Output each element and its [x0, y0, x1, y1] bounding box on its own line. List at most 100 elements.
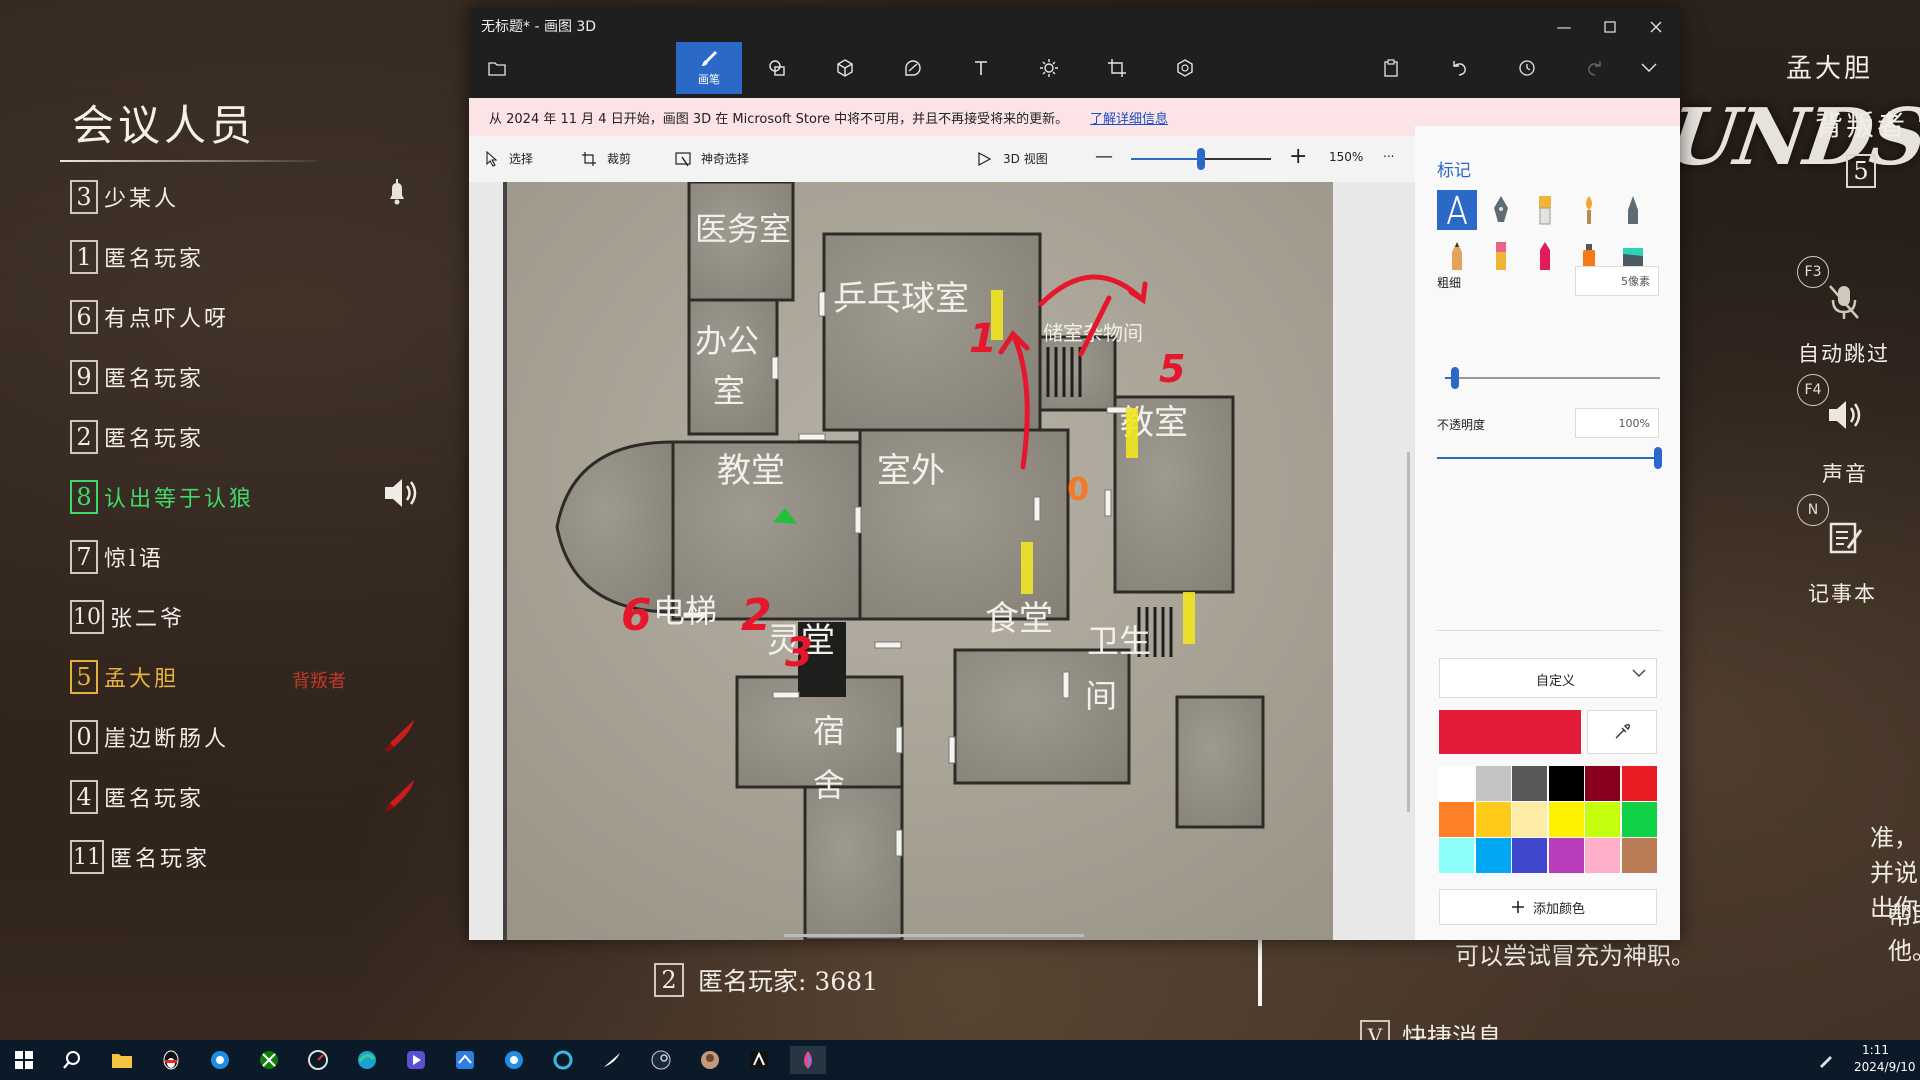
color-swatch[interactable]: [1475, 766, 1511, 801]
taskbar-app-avatar[interactable]: [692, 1046, 728, 1074]
taskbar-app-ring[interactable]: [545, 1046, 581, 1074]
player-row[interactable]: 2 匿名玩家: [70, 417, 470, 457]
taskbar-file-explorer[interactable]: [104, 1046, 140, 1074]
horizontal-scrollbar[interactable]: [784, 934, 1084, 937]
player-row[interactable]: 6 有点吓人呀: [70, 297, 470, 337]
color-swatch[interactable]: [1475, 838, 1511, 873]
player-row[interactable]: 1 匿名玩家: [70, 237, 470, 277]
brush-watercolor[interactable]: [1569, 190, 1609, 230]
color-swatch[interactable]: [1475, 802, 1511, 837]
color-swatch[interactable]: [1621, 766, 1657, 801]
tool-2d-shapes[interactable]: [744, 42, 810, 94]
thickness-input[interactable]: 5像素: [1575, 266, 1659, 296]
magic-select-button[interactable]: 神奇选择: [675, 150, 749, 167]
tool-3d-shapes[interactable]: [812, 42, 878, 94]
opacity-slider-track[interactable]: [1437, 457, 1660, 459]
taskbar-steam[interactable]: [643, 1046, 679, 1074]
tool-3d-library[interactable]: [1152, 42, 1218, 94]
player-row[interactable]: 5 孟大胆 背叛者: [70, 657, 470, 697]
clock-date[interactable]: 2024/9/10: [1854, 1060, 1916, 1074]
history-button[interactable]: [1505, 42, 1549, 94]
color-swatch[interactable]: [1585, 802, 1620, 837]
tool-stickers[interactable]: [880, 42, 946, 94]
tool-text[interactable]: [948, 42, 1014, 94]
zoom-slider-thumb[interactable]: [1197, 148, 1205, 170]
paste-button[interactable]: [1369, 42, 1413, 94]
color-swatch[interactable]: [1621, 802, 1657, 837]
hotkey-n[interactable]: N: [1797, 494, 1829, 526]
player-row[interactable]: 11 匿名玩家: [70, 837, 470, 877]
player-row[interactable]: 4 匿名玩家: [70, 777, 470, 817]
tool-brushes[interactable]: 画笔: [676, 42, 742, 94]
tool-canvas[interactable]: [1084, 42, 1150, 94]
taskbar-mail[interactable]: [447, 1046, 483, 1074]
color-swatch[interactable]: [1439, 802, 1474, 837]
player-row[interactable]: 10 张二爷: [70, 597, 470, 637]
3d-view-button[interactable]: 3D 视图: [977, 150, 1048, 167]
taskbar-browser-1[interactable]: [202, 1046, 238, 1074]
select-button[interactable]: 选择: [485, 150, 533, 167]
mic-muted-icon[interactable]: [1826, 282, 1862, 322]
menu-button[interactable]: [475, 42, 519, 94]
tray-pen-icon[interactable]: [1808, 1046, 1844, 1074]
taskbar-qq[interactable]: [153, 1046, 189, 1074]
hotkey-f4[interactable]: F4: [1797, 374, 1829, 406]
brush-eraser[interactable]: [1481, 236, 1521, 276]
thickness-slider-thumb[interactable]: [1451, 367, 1460, 389]
floor-map[interactable]: 医务室 办公 室 乒乓球室 储室杂物间 教堂 室外 教室 电梯 灵堂 食堂 卫生…: [503, 182, 1333, 940]
add-color-button[interactable]: 添加颜色: [1439, 889, 1657, 925]
brush-marker[interactable]: [1437, 190, 1477, 230]
search-button[interactable]: [54, 1046, 90, 1074]
current-color-swatch[interactable]: [1439, 710, 1581, 754]
taskbar-edge[interactable]: [349, 1046, 385, 1074]
maximize-button[interactable]: [1587, 12, 1633, 42]
brush-pencil[interactable]: [1437, 236, 1477, 276]
player-row[interactable]: 9 匿名玩家: [70, 357, 470, 397]
brush-pixel-pen[interactable]: [1613, 190, 1653, 230]
color-swatch[interactable]: [1512, 802, 1547, 837]
opacity-input[interactable]: 100%: [1575, 408, 1659, 438]
more-options-button[interactable]: ...: [1383, 146, 1394, 160]
zoom-slider-track[interactable]: [1131, 158, 1201, 160]
color-swatch[interactable]: [1548, 802, 1584, 837]
learn-more-link[interactable]: 了解详细信息: [1090, 108, 1168, 127]
color-swatch[interactable]: [1548, 838, 1584, 873]
close-button[interactable]: [1633, 12, 1679, 42]
zoom-out-button[interactable]: —: [1095, 146, 1113, 167]
player-row[interactable]: 7 惊l语: [70, 537, 470, 577]
color-swatch[interactable]: [1585, 838, 1620, 873]
clock-time[interactable]: 1:11: [1862, 1043, 1889, 1057]
color-swatch[interactable]: [1548, 766, 1584, 801]
canvas-area[interactable]: 医务室 办公 室 乒乓球室 储室杂物间 教堂 室外 教室 电梯 灵堂 食堂 卫生…: [469, 182, 1415, 940]
zoom-level[interactable]: 150%: [1329, 150, 1363, 164]
taskbar-paint3d[interactable]: [790, 1046, 826, 1074]
player-row[interactable]: 0 崖边断肠人: [70, 717, 470, 757]
taskbar-player[interactable]: [398, 1046, 434, 1074]
taskbar-app-chart[interactable]: [300, 1046, 336, 1074]
brush-crayon[interactable]: [1525, 236, 1565, 276]
redo-button[interactable]: [1573, 42, 1617, 94]
opacity-slider-thumb[interactable]: [1654, 447, 1662, 469]
color-swatch[interactable]: [1439, 766, 1474, 801]
eyedropper-button[interactable]: [1587, 710, 1657, 754]
color-swatch[interactable]: [1621, 838, 1657, 873]
player-row[interactable]: 3 少某人: [70, 177, 470, 217]
hotkey-f3[interactable]: F3: [1797, 256, 1829, 288]
minimize-button[interactable]: —: [1541, 12, 1587, 42]
color-swatch[interactable]: [1439, 838, 1474, 873]
speaker-icon[interactable]: [1826, 398, 1864, 432]
color-mode-dropdown[interactable]: 自定义: [1439, 658, 1657, 698]
color-swatch[interactable]: [1512, 766, 1547, 801]
zoom-in-button[interactable]: +: [1289, 144, 1307, 169]
start-button[interactable]: [6, 1046, 42, 1074]
expand-button[interactable]: [1627, 42, 1671, 94]
player-row[interactable]: 8 认出等于认狼: [70, 477, 470, 517]
thickness-slider-track[interactable]: [1445, 377, 1660, 379]
undo-button[interactable]: [1437, 42, 1481, 94]
taskbar-app-feather[interactable]: [594, 1046, 630, 1074]
notepad-icon[interactable]: [1826, 518, 1864, 556]
taskbar-xbox[interactable]: [251, 1046, 287, 1074]
tool-effects[interactable]: [1016, 42, 1082, 94]
color-swatch[interactable]: [1585, 766, 1620, 801]
taskbar-browser-2[interactable]: [496, 1046, 532, 1074]
